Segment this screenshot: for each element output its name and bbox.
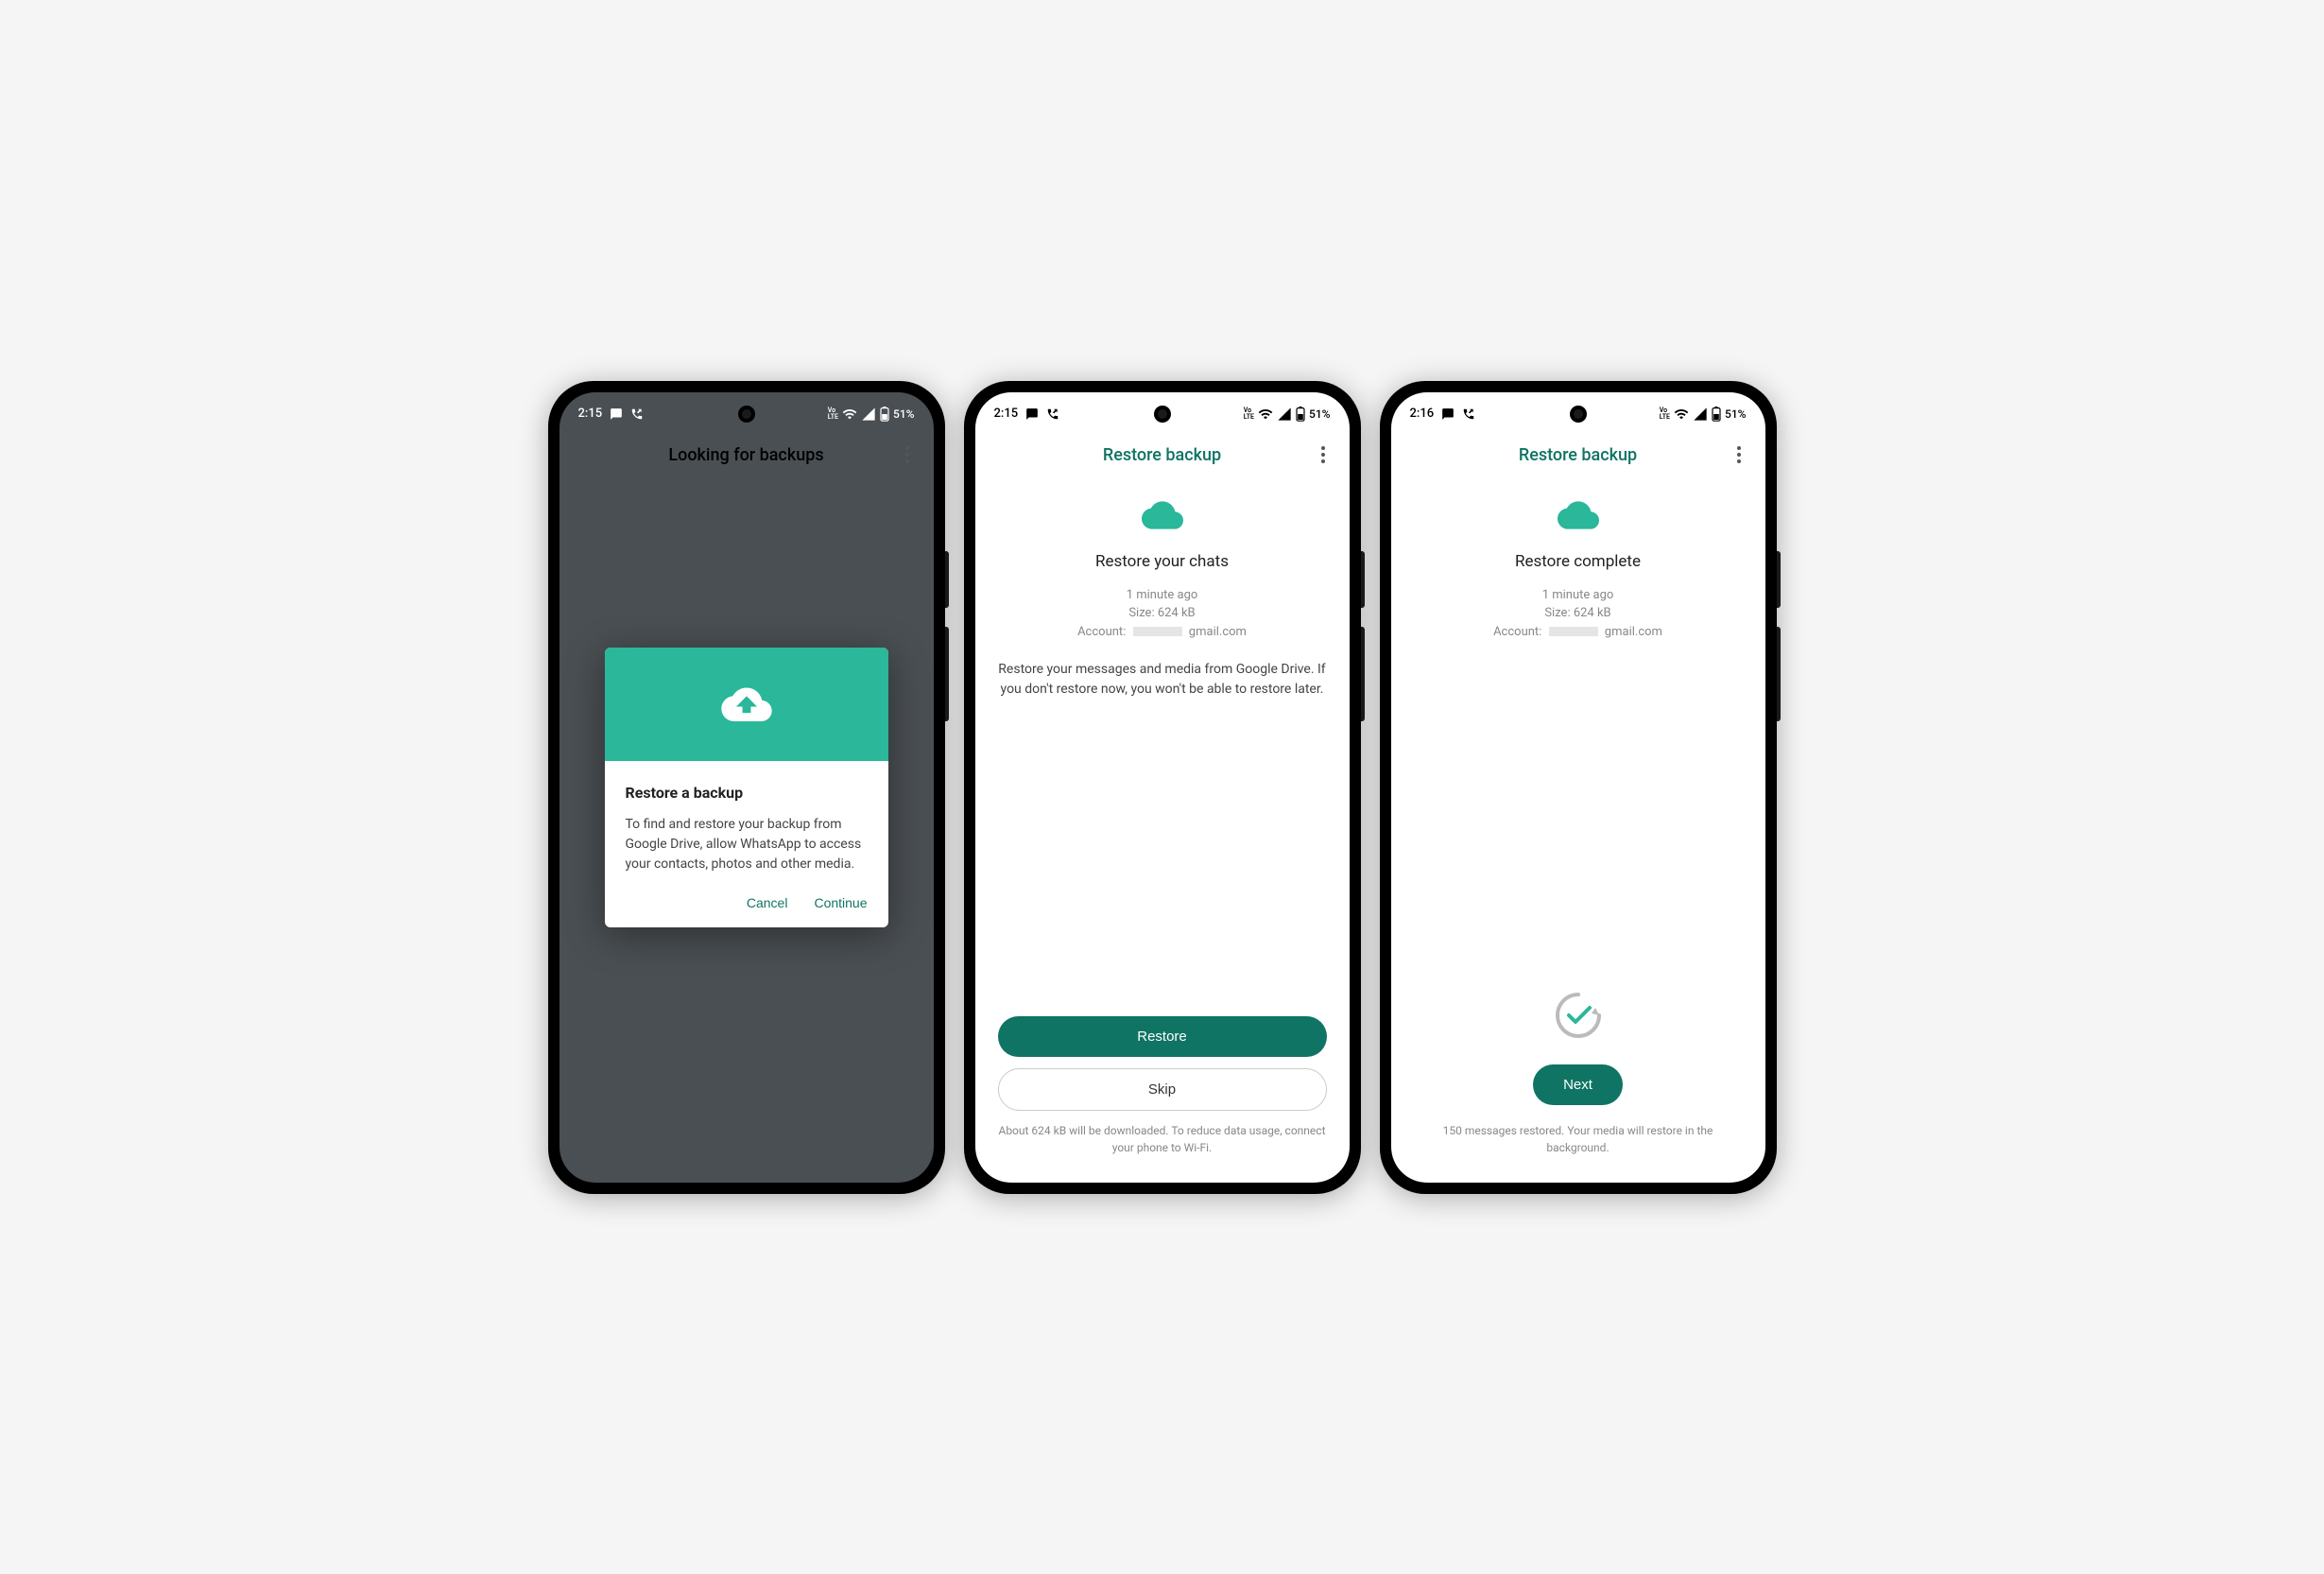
refresh-check-icon	[1552, 989, 1605, 1046]
battery-percent: 51%	[1309, 407, 1330, 421]
front-camera	[738, 406, 755, 423]
modal-overlay: Restore a backup To find and restore you…	[559, 392, 934, 1183]
description-text: Restore your messages and media from Goo…	[998, 660, 1327, 700]
call-notification-icon	[1462, 407, 1475, 421]
dialog-title: Restore a backup	[626, 784, 868, 802]
heading: Restore your chats	[1095, 552, 1229, 571]
page-title: Restore backup	[1103, 445, 1221, 465]
volte-icon: VoLTE	[1660, 407, 1670, 421]
battery-icon	[1712, 406, 1721, 422]
restore-backup-dialog: Restore a backup To find and restore you…	[605, 648, 888, 927]
overflow-menu-icon[interactable]	[1728, 443, 1750, 466]
content-area: Restore complete 1 minute ago Size: 624 …	[1391, 478, 1765, 1183]
app-bar: Restore backup	[1391, 432, 1765, 478]
status-time: 2:16	[1410, 406, 1435, 421]
battery-icon	[1296, 406, 1305, 422]
backup-size: Size: 624 kB	[1493, 604, 1662, 623]
wifi-icon	[1258, 406, 1273, 422]
backup-time: 1 minute ago	[1077, 586, 1247, 605]
volte-icon: VoLTE	[1244, 407, 1254, 421]
cloud-upload-icon	[720, 683, 773, 725]
heading: Restore complete	[1515, 552, 1641, 571]
restore-button[interactable]: Restore	[998, 1016, 1327, 1057]
backup-time: 1 minute ago	[1493, 586, 1662, 605]
backup-size: Size: 624 kB	[1077, 604, 1247, 623]
phone-frame-2: 2:15 VoLTE 51%	[964, 381, 1361, 1194]
cloud-icon	[1142, 501, 1183, 533]
screen-3: 2:16 VoLTE 51%	[1391, 392, 1765, 1183]
front-camera	[1154, 406, 1171, 423]
front-camera	[1570, 406, 1587, 423]
page-title: Restore backup	[1519, 445, 1637, 465]
redacted-username	[1549, 627, 1598, 636]
chat-notification-icon	[1441, 407, 1455, 421]
next-button[interactable]: Next	[1533, 1064, 1623, 1105]
dialog-body-text: To find and restore your backup from Goo…	[626, 815, 868, 874]
cloud-icon	[1558, 501, 1599, 533]
call-notification-icon	[1046, 407, 1059, 421]
battery-percent: 51%	[1725, 407, 1746, 421]
backup-metadata: 1 minute ago Size: 624 kB Account: gmail…	[1493, 586, 1662, 642]
content-area: Restore your chats 1 minute ago Size: 62…	[975, 478, 1350, 1016]
signal-icon	[1693, 406, 1708, 422]
backup-metadata: 1 minute ago Size: 624 kB Account: gmail…	[1077, 586, 1247, 642]
continue-button[interactable]: Continue	[814, 895, 867, 910]
overflow-menu-icon[interactable]	[1312, 443, 1334, 466]
signal-icon	[1277, 406, 1292, 422]
footer-text: 150 messages restored. Your media will r…	[1414, 1122, 1743, 1156]
backup-account: Account: gmail.com	[1077, 623, 1247, 642]
redacted-username	[1133, 627, 1182, 636]
phone-frame-1: 2:15 VoLTE 51%	[548, 381, 945, 1194]
chat-notification-icon	[1025, 407, 1039, 421]
footer-text: About 624 kB will be downloaded. To redu…	[998, 1122, 1327, 1156]
bottom-actions: Restore Skip About 624 kB will be downlo…	[975, 1016, 1350, 1183]
screen-2: 2:15 VoLTE 51%	[975, 392, 1350, 1183]
cancel-button[interactable]: Cancel	[747, 895, 788, 910]
wifi-icon	[1674, 406, 1689, 422]
screen-1: 2:15 VoLTE 51%	[559, 392, 934, 1183]
backup-account: Account: gmail.com	[1493, 623, 1662, 642]
phone-frame-3: 2:16 VoLTE 51%	[1380, 381, 1777, 1194]
skip-button[interactable]: Skip	[998, 1068, 1327, 1111]
app-bar: Restore backup	[975, 432, 1350, 478]
dialog-header	[605, 648, 888, 761]
status-time: 2:15	[994, 406, 1019, 421]
